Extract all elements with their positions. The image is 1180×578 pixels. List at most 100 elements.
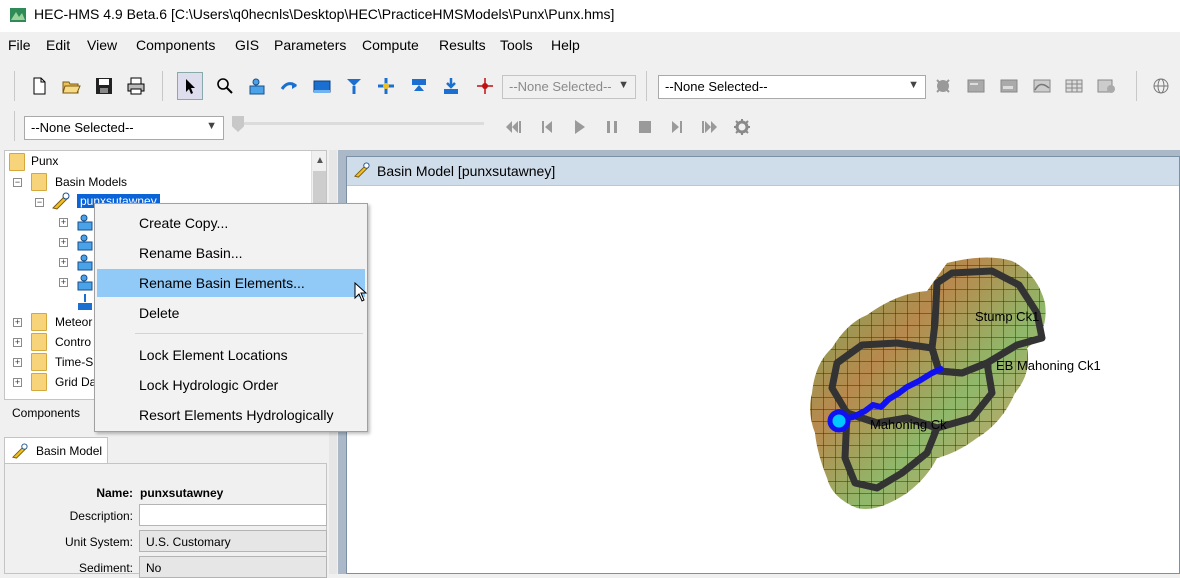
menu-item-delete[interactable]: Delete (97, 299, 365, 327)
description-label: Description: (69, 509, 133, 523)
chevron-up-icon[interactable]: ▲ (315, 155, 325, 166)
basin-model-icon (354, 162, 370, 178)
results-element-icon (998, 75, 1020, 97)
menu-results[interactable]: Results (439, 37, 486, 53)
subbasin-icon (77, 274, 93, 291)
play-icon[interactable] (568, 116, 590, 138)
basin-context-menu: Create Copy... Rename Basin... Rename Ba… (94, 203, 368, 432)
collapse-icon[interactable]: − (13, 178, 22, 187)
menu-gis[interactable]: GIS (235, 37, 259, 53)
tab-components[interactable]: Components (12, 406, 80, 420)
menu-help[interactable]: Help (551, 37, 580, 53)
menu-item-rename-basin[interactable]: Rename Basin... (97, 239, 365, 267)
subbasin-icon (77, 254, 93, 271)
time-select[interactable]: --None Selected-- ▼ (24, 116, 224, 140)
menu-item-resort-elements[interactable]: Resort Elements Hydrologically (97, 401, 365, 429)
arrow-select-icon[interactable] (177, 72, 203, 100)
expand-icon[interactable]: + (13, 358, 22, 367)
fast-forward-icon[interactable] (698, 116, 720, 138)
description-field[interactable] (139, 504, 327, 526)
menu-item-create-copy[interactable]: Create Copy... (97, 209, 365, 237)
menu-item-rename-basin-elements[interactable]: Rename Basin Elements... (97, 269, 365, 297)
expand-icon[interactable]: + (59, 238, 68, 247)
tab-basin-model[interactable]: Basin Model (4, 437, 108, 464)
expand-icon[interactable]: + (13, 338, 22, 347)
tree-control-specifications[interactable]: Contro (55, 335, 91, 349)
menu-edit[interactable]: Edit (46, 37, 70, 53)
menu-item-lock-hydrologic-order[interactable]: Lock Hydrologic Order (97, 371, 365, 399)
element-select-value: --None Selected-- (509, 79, 612, 94)
expand-icon[interactable]: + (13, 318, 22, 327)
basin-model-icon (12, 443, 28, 459)
expand-icon[interactable]: + (59, 278, 68, 287)
zoom-icon[interactable] (214, 75, 236, 97)
basin-map-canvas[interactable] (787, 253, 1087, 515)
menu-tools[interactable]: Tools (500, 37, 533, 53)
label-mahoning-ck: Mahoning Ck (870, 417, 947, 432)
tree-meteorologic-models[interactable]: Meteor (55, 315, 92, 329)
menu-parameters[interactable]: Parameters (274, 37, 346, 53)
compute-icon (932, 75, 954, 97)
new-icon[interactable] (28, 75, 50, 97)
step-forward-icon[interactable] (666, 116, 688, 138)
graph-icon (1031, 75, 1053, 97)
chevron-down-icon: ▼ (206, 120, 217, 132)
tree-basin-models[interactable]: Basin Models (55, 175, 127, 189)
expand-icon[interactable]: + (13, 378, 22, 387)
slider-thumb[interactable] (232, 116, 244, 132)
title-bar: HEC-HMS 4.9 Beta.6 [C:\Users\q0hecnls\De… (0, 0, 1180, 32)
folder-icon (31, 173, 47, 191)
tree-time-series-data[interactable]: Time-S (55, 355, 93, 369)
rewind-icon[interactable] (503, 116, 525, 138)
menu-view[interactable]: View (87, 37, 117, 53)
menu-components[interactable]: Components (136, 37, 215, 53)
run-select[interactable]: --None Selected-- ▼ (658, 75, 926, 99)
element-select: --None Selected-- ▼ (502, 75, 636, 99)
menu-divider (135, 333, 363, 334)
menu-item-lock-element-locations[interactable]: Lock Element Locations (97, 341, 365, 369)
expand-icon[interactable]: + (59, 218, 68, 227)
gauge-marker-icon[interactable] (474, 75, 496, 97)
step-back-icon[interactable] (536, 116, 558, 138)
basin-map-title: Basin Model [punxsutawney] (377, 163, 556, 179)
menu-file[interactable]: File (8, 37, 31, 53)
open-folder-icon[interactable] (60, 75, 82, 97)
tab-basin-model-label: Basin Model (36, 444, 103, 458)
folder-icon (31, 333, 47, 351)
toolbar-main: --None Selected-- ▼ --None Selected-- ▼ (0, 66, 1180, 106)
subbasin-tool-icon[interactable] (246, 75, 268, 97)
toolbar-animation: --None Selected-- ▼ (0, 106, 1180, 146)
junction-tool-icon[interactable] (343, 75, 365, 97)
window-title: HEC-HMS 4.9 Beta.6 [C:\Users\q0hecnls\De… (34, 6, 615, 22)
tree-root[interactable]: Punx (31, 154, 58, 168)
unit-system-field[interactable]: U.S. Customary (139, 530, 327, 552)
collapse-icon[interactable]: − (35, 198, 44, 207)
tree-grid-data[interactable]: Grid Da (55, 375, 96, 389)
save-icon[interactable] (93, 75, 115, 97)
stop-icon[interactable] (634, 116, 656, 138)
folder-icon (9, 153, 25, 171)
pause-icon[interactable] (601, 116, 623, 138)
sink-tool-icon[interactable] (440, 75, 462, 97)
settings-gear-icon[interactable] (731, 116, 753, 138)
name-value: punxsutawney (140, 486, 224, 500)
expand-icon[interactable]: + (59, 258, 68, 267)
print-icon[interactable] (125, 75, 147, 97)
sediment-field[interactable]: No (139, 556, 327, 578)
slider-track[interactable] (244, 122, 484, 125)
results-global-icon (965, 75, 987, 97)
subbasin-icon (77, 234, 93, 251)
reservoir-tool-icon[interactable] (311, 75, 333, 97)
basin-grid (810, 257, 1046, 509)
globe-icon[interactable] (1150, 75, 1172, 97)
menu-compute[interactable]: Compute (362, 37, 419, 53)
folder-icon (31, 353, 47, 371)
diversion-tool-icon[interactable] (375, 75, 397, 97)
reach-tool-icon[interactable] (278, 75, 300, 97)
basin-model-icon (52, 192, 70, 210)
folder-icon (31, 373, 47, 391)
mouse-cursor-icon (354, 282, 368, 302)
outlet-junction[interactable] (827, 409, 851, 433)
chevron-down-icon: ▼ (618, 79, 629, 91)
source-tool-icon[interactable] (408, 75, 430, 97)
